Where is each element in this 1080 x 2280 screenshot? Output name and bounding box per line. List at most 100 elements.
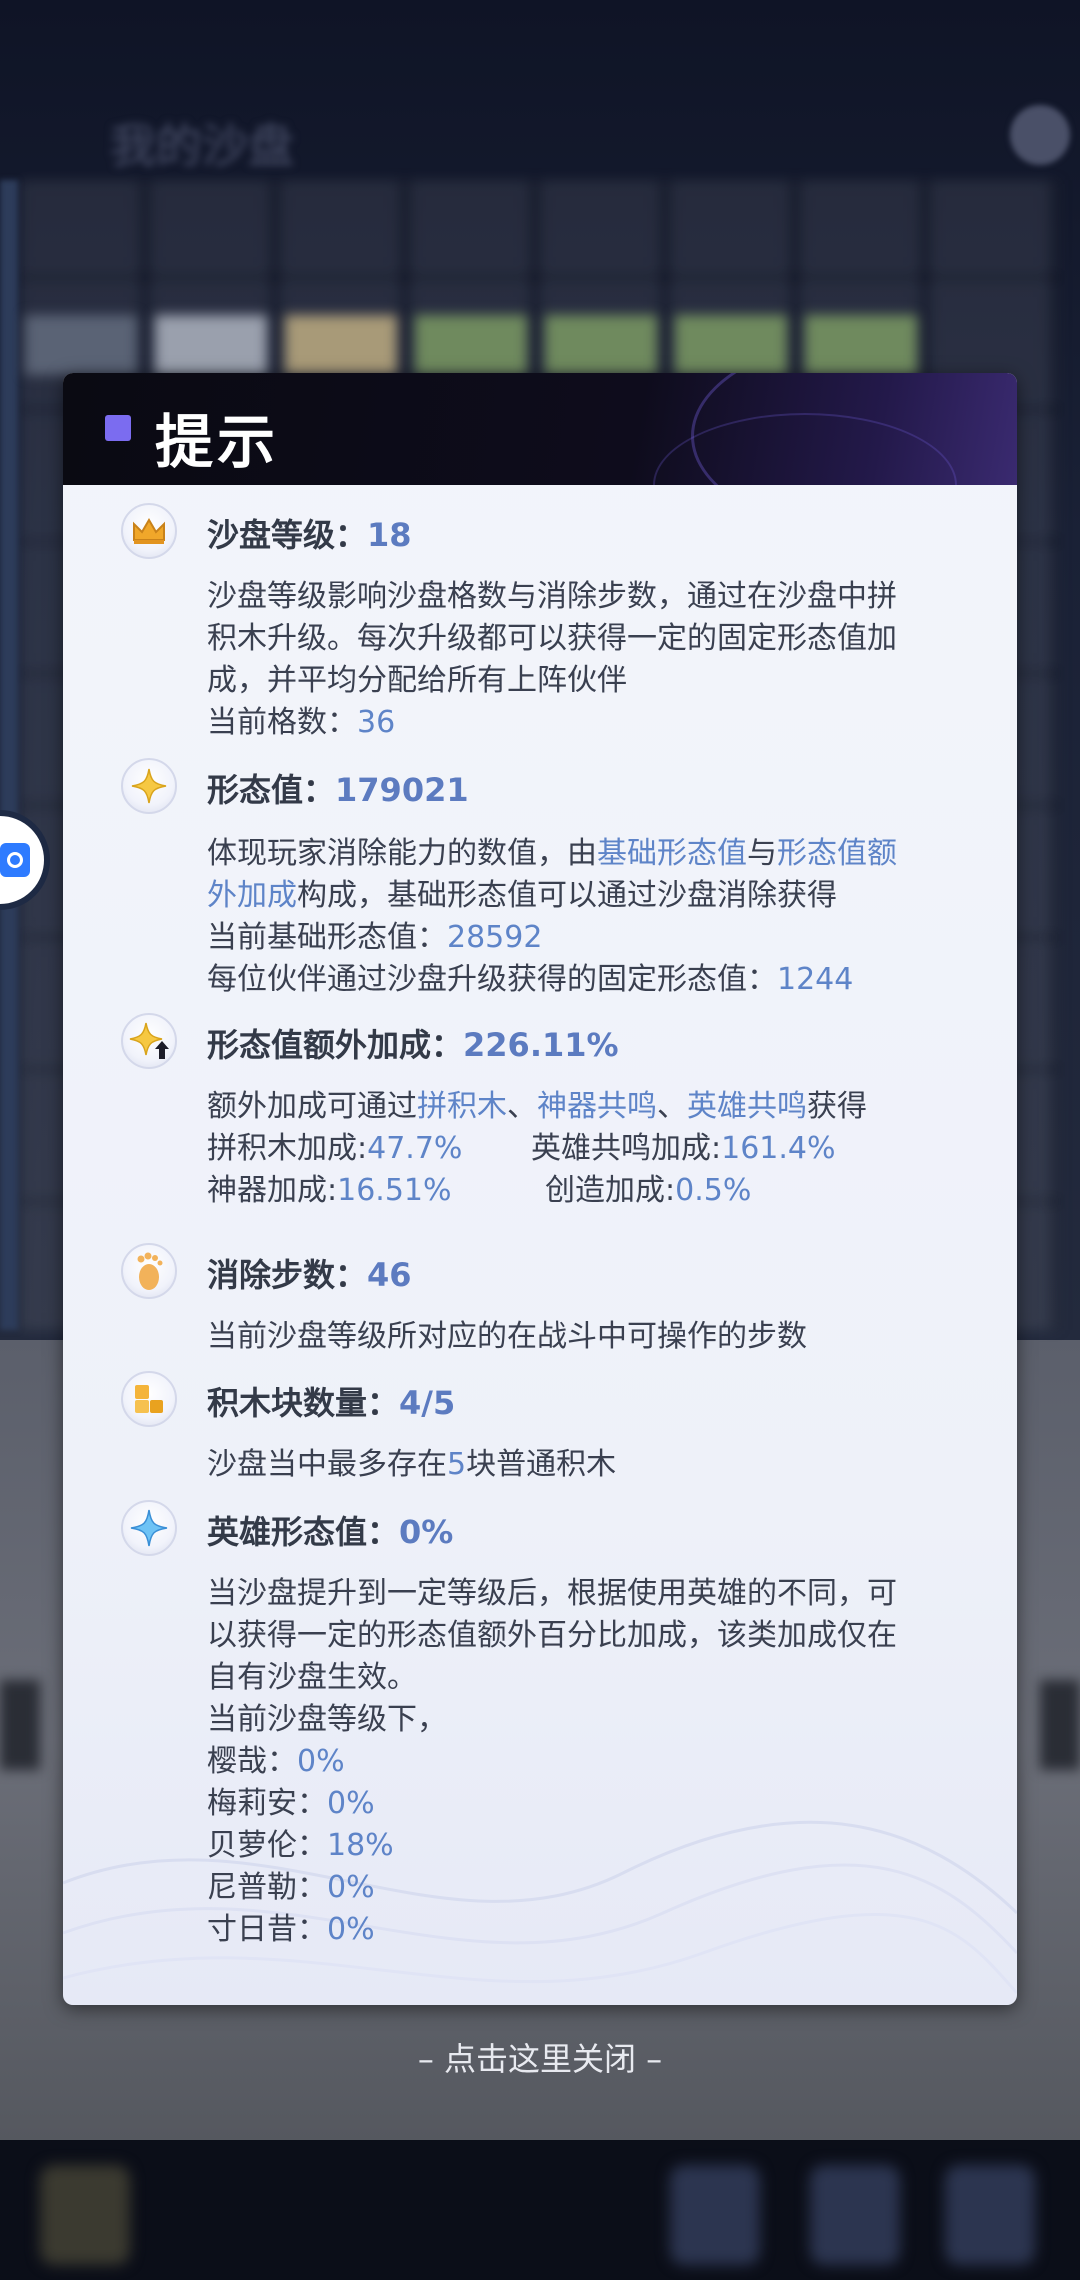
left-arrow-icon — [0, 1680, 40, 1770]
sandbox-level-label: 沙盘等级： — [207, 516, 368, 554]
background-cell — [675, 315, 787, 375]
footprint-icon — [121, 1243, 177, 1299]
chat-icon — [0, 843, 30, 877]
background-cell — [805, 315, 917, 375]
stat-value: 47.7% — [367, 1131, 463, 1166]
hero-bonus-value: 0% — [297, 1744, 345, 1779]
extra-bonus-heading: 形态值额外加成：226.11% — [207, 1020, 619, 1066]
background-cell — [415, 315, 527, 375]
text-span: 与 — [747, 836, 777, 871]
sandbox-level-value: 18 — [367, 516, 412, 554]
steps-heading: 消除步数：46 — [207, 1250, 412, 1296]
current-base-form-number: 28592 — [447, 920, 543, 955]
block-count-label: 积木块数量： — [207, 1384, 400, 1422]
description-line: 当前沙盘等级下， — [207, 1702, 447, 1737]
text-span: 块普通积木 — [466, 1447, 617, 1482]
description-line: 积木升级。每次升级都可以获得一定的固定形态值加 — [207, 621, 897, 656]
stat-label: 神器加成: — [207, 1173, 338, 1208]
hero-form-heading: 英雄形态值：0% — [207, 1507, 453, 1553]
tip-dialog: 提示 沙盘等级：18 沙盘等级影响沙盘格数与消除步数，通过在沙盘中拼 积木升级。… — [63, 373, 1017, 2005]
hero-name: 尼普勒： — [207, 1870, 327, 1905]
fixed-form-value: 每位伙伴通过沙盘升级获得的固定形态值：1244 — [207, 954, 853, 998]
current-grid-label: 当前格数： — [207, 705, 357, 740]
description-line: 额外加成可通过拼积木、神器共鸣、英雄共鸣获得 — [207, 1081, 867, 1125]
form-value-heading: 形态值：179021 — [207, 765, 469, 811]
hero-bonus-row: 梅莉安：0% — [207, 1778, 375, 1822]
bottom-menu-icon — [670, 2165, 760, 2265]
background-side-strip — [0, 180, 18, 1330]
steps-label: 消除步数： — [207, 1256, 368, 1294]
text-span: 额外加成可通过 — [207, 1089, 417, 1124]
description-line: 体现玩家消除能力的数值，由基础形态值与形态值额 — [207, 828, 897, 872]
back-icon — [40, 2165, 130, 2265]
background-cell — [155, 315, 267, 375]
hero-bonus-row: 尼普勒：0% — [207, 1862, 375, 1906]
description-line: 当沙盘提升到一定等级后，根据使用英雄的不同，可 — [207, 1576, 897, 1611]
hero-bonus-row: 贝萝伦：18% — [207, 1820, 394, 1864]
hero-form-label: 英雄形态值： — [207, 1513, 400, 1551]
current-grid-value: 36 — [357, 705, 396, 740]
text-span: 体现玩家消除能力的数值，由 — [207, 836, 597, 871]
description-line: 外加成构成，基础形态值可以通过沙盘消除获得 — [207, 870, 837, 914]
extra-bonus-value: 226.11% — [463, 1026, 619, 1064]
crown-icon — [121, 503, 177, 559]
stat-label: 英雄共鸣加成: — [531, 1131, 722, 1166]
hero-bonus-value: 18% — [327, 1828, 394, 1863]
description-line: 成，并平均分配给所有上阵伙伴 — [207, 663, 627, 698]
current-grid-count: 当前格数：36 — [207, 697, 395, 741]
hero-name: 樱哉： — [207, 1744, 297, 1779]
stat-label: 创造加成: — [545, 1173, 676, 1208]
block-count-heading: 积木块数量：4/5 — [207, 1378, 455, 1424]
current-base-form-label: 当前基础形态值： — [207, 920, 447, 955]
title-square-icon — [105, 415, 131, 441]
stat-value: 161.4% — [721, 1131, 836, 1166]
hero-bonus-row: 寸日昔：0% — [207, 1904, 375, 1948]
background-cell — [545, 315, 657, 375]
hero-bonus-value: 0% — [327, 1912, 375, 1947]
steps-value: 46 — [367, 1256, 412, 1294]
text-span: 沙盘当中最多存在 — [207, 1447, 447, 1482]
text-span: 获得 — [807, 1089, 867, 1124]
sparkle-icon — [121, 758, 177, 814]
background-bottom-bar — [0, 2140, 1080, 2280]
text-span: 构成，基础形态值可以通过沙盘消除获得 — [297, 878, 837, 913]
dialog-title: 提示 — [155, 408, 280, 476]
text-span: 、 — [507, 1089, 537, 1124]
stat-value: 0.5% — [675, 1173, 752, 1208]
fixed-form-label: 每位伙伴通过沙盘升级获得的固定形态值： — [207, 962, 777, 997]
sandbox-level-heading: 沙盘等级：18 — [207, 510, 412, 556]
star-crystal-icon — [121, 1500, 177, 1556]
bottom-menu-icon — [810, 2165, 900, 2265]
hero-form-value: 0% — [399, 1513, 454, 1551]
hero-name: 梅莉安： — [207, 1786, 327, 1821]
close-dialog-button[interactable]: – 点击这里关闭 – — [0, 2034, 1080, 2080]
base-form-value-link[interactable]: 基础形态值 — [597, 836, 747, 871]
artifact-resonance-link[interactable]: 神器共鸣 — [537, 1089, 657, 1124]
stat-value: 16.51% — [337, 1173, 452, 1208]
current-base-form-value: 当前基础形态值：28592 — [207, 912, 542, 956]
question-icon — [1010, 105, 1070, 165]
form-value-value: 179021 — [335, 771, 469, 809]
fixed-form-number: 1244 — [777, 962, 854, 997]
stat-item: 创造加成:0.5% — [545, 1165, 751, 1209]
extra-bonus-link[interactable]: 形态值额 — [777, 836, 897, 871]
building-blocks-link[interactable]: 拼积木 — [417, 1089, 507, 1124]
extra-bonus-label: 形态值额外加成： — [207, 1026, 464, 1064]
hero-bonus-value: 0% — [327, 1870, 375, 1905]
hero-name: 寸日昔： — [207, 1912, 327, 1947]
blocks-icon — [121, 1371, 177, 1427]
extra-bonus-link[interactable]: 外加成 — [207, 878, 297, 913]
hero-name: 贝萝伦： — [207, 1828, 327, 1863]
block-count-value: 4/5 — [399, 1384, 456, 1422]
bottom-menu-icon — [945, 2165, 1035, 2265]
hero-resonance-link[interactable]: 英雄共鸣 — [687, 1089, 807, 1124]
background-cell — [285, 315, 397, 375]
form-value-label: 形态值： — [207, 771, 336, 809]
stat-item: 英雄共鸣加成:161.4% — [531, 1123, 836, 1167]
dialog-header: 提示 — [63, 373, 1017, 485]
hero-bonus-row: 樱哉：0% — [207, 1736, 345, 1780]
stat-label: 拼积木加成: — [207, 1131, 368, 1166]
description-line: 以获得一定的形态值额外百分比加成，该类加成仅在 — [207, 1618, 897, 1653]
description-line: 当前沙盘等级所对应的在战斗中可操作的步数 — [207, 1319, 807, 1354]
background-cell — [25, 315, 137, 375]
